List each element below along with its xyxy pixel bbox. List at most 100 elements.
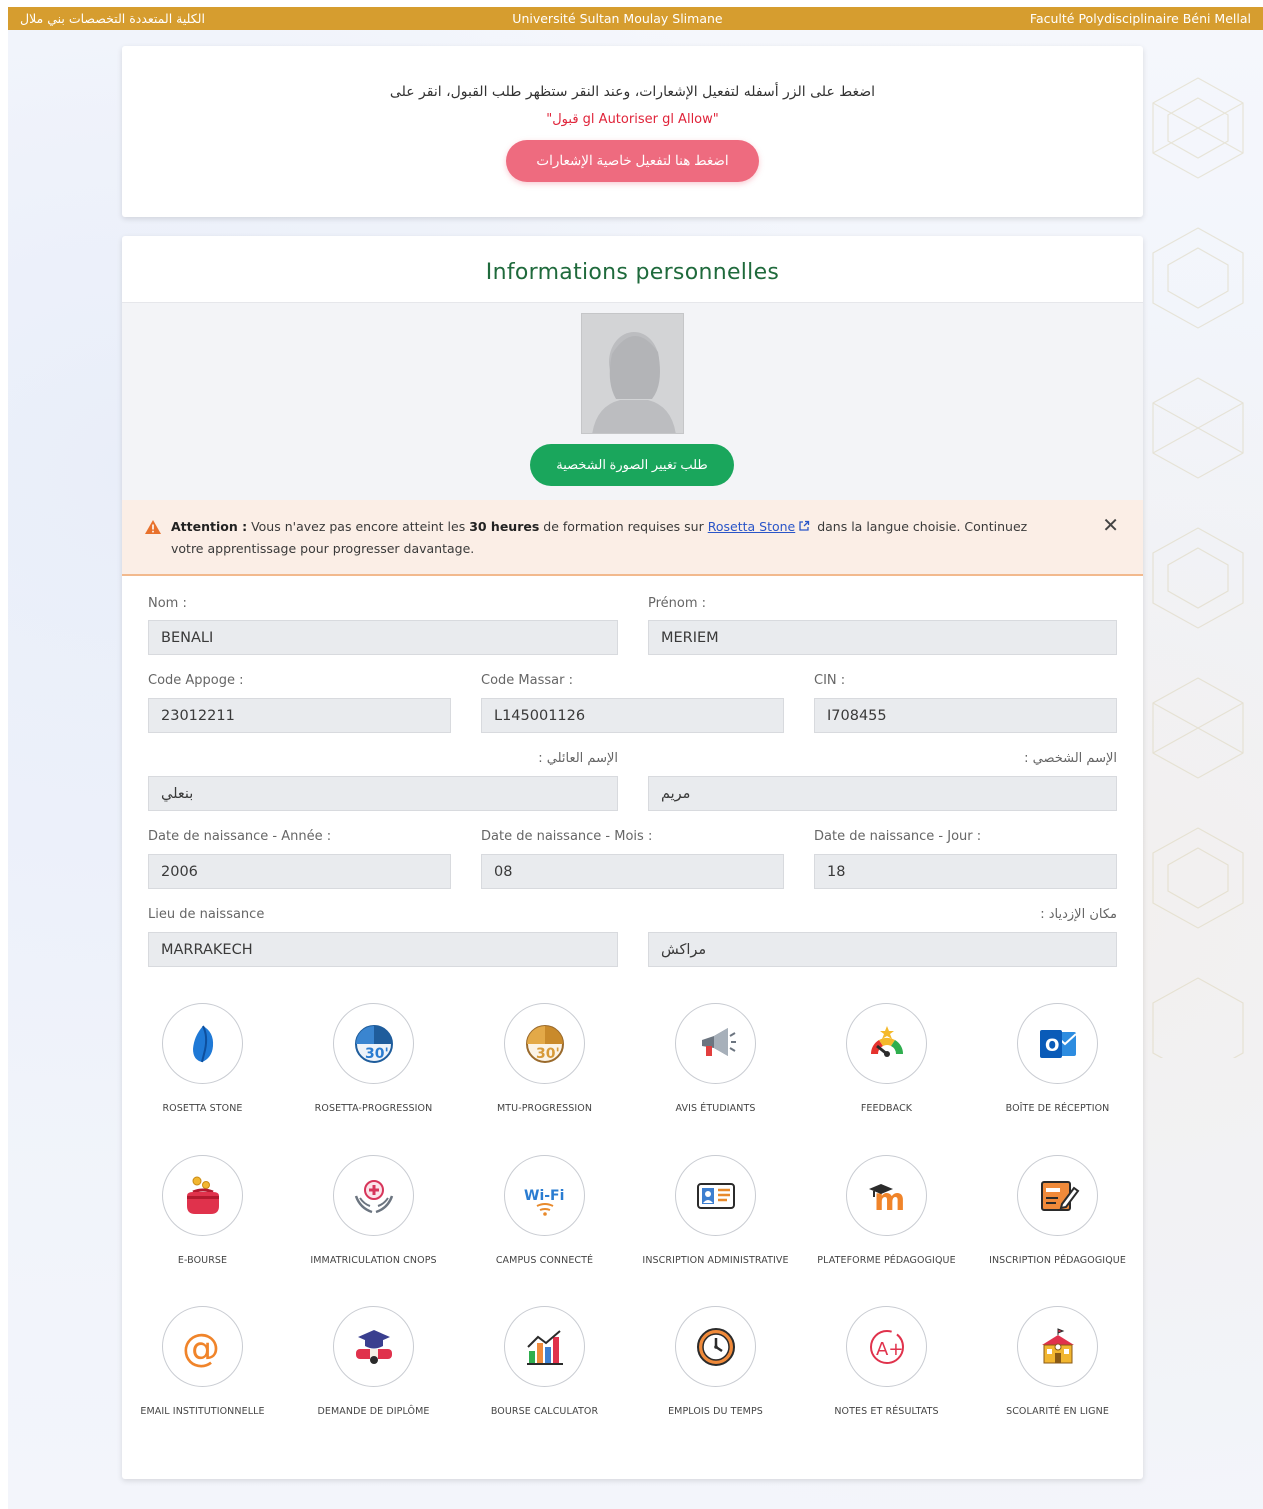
- birth-month-field[interactable]: 08: [481, 854, 784, 889]
- nom-label: Nom :: [148, 596, 187, 611]
- grade-icon: A+: [869, 1329, 904, 1364]
- badge-30: 30': [536, 1046, 560, 1062]
- nom-arabic-field[interactable]: بنعلي: [148, 776, 618, 811]
- app-plateforme-pedagogique[interactable]: m PLATEFORME PÉDAGOGIQUE: [801, 1155, 972, 1305]
- app-bourse-calculator[interactable]: BOURSE CALCULATOR: [459, 1306, 630, 1456]
- birth-day-label: Date de naissance - Jour :: [814, 829, 982, 844]
- cin-field[interactable]: I708455: [814, 698, 1117, 733]
- app-circle: @: [162, 1306, 243, 1387]
- profile-photo-section: طلب تغيير الصورة الشخصية: [122, 302, 1143, 500]
- app-label: PLATEFORME PÉDAGOGIQUE: [817, 1255, 956, 1266]
- app-circle: [504, 1306, 585, 1387]
- school-building-icon: [1041, 1327, 1074, 1363]
- moodle-icon: m: [868, 1183, 905, 1218]
- app-circle: [162, 1003, 243, 1084]
- mtu-progression-icon: 30': [525, 1024, 564, 1063]
- app-emplois-du-temps[interactable]: EMPLOIS DU TEMPS: [630, 1306, 801, 1456]
- grade-glyph: A+: [876, 1339, 903, 1360]
- app-label: FEEDBACK: [860, 1103, 913, 1114]
- app-label: IMMATRICULATION CNOPS: [310, 1255, 437, 1266]
- app-circle: [675, 1003, 756, 1084]
- university-header-bar: الكلية المتعددة التخصصات بني ملال Univer…: [8, 7, 1263, 30]
- rosetta-progression-icon: 30': [354, 1024, 393, 1063]
- faculty-name-french: Faculté Polydisciplinaire Béni Mellal: [1029, 11, 1251, 26]
- app-notes-resultats[interactable]: A+ NOTES ET RÉSULTATS: [801, 1306, 972, 1456]
- bar-chart-icon: [526, 1329, 563, 1365]
- prenom-arabic-label: الإسم الشخصي :: [1024, 751, 1117, 766]
- app-label: BOÎTE DE RÉCEPTION: [1005, 1103, 1110, 1114]
- app-circle: O: [1017, 1003, 1098, 1084]
- app-rosetta-progression[interactable]: 30' ROSETTA-PROGRESSION: [288, 1003, 459, 1153]
- app-mtu-progression[interactable]: 30' MTU-PROGRESSION: [459, 1003, 630, 1153]
- megaphone-icon: [701, 1027, 736, 1056]
- warning-icon: [145, 520, 161, 534]
- badge-30: 30': [365, 1046, 389, 1062]
- app-label: DEMANDE DE DIPLÔME: [317, 1406, 430, 1417]
- enable-notifications-button[interactable]: اضغط هنا لتفعيل خاصية الإشعارات: [506, 140, 759, 182]
- app-label: MTU-PROGRESSION: [496, 1103, 593, 1114]
- app-circle: [333, 1155, 414, 1236]
- birth-year-field[interactable]: 2006: [148, 854, 451, 889]
- app-campus-connecte[interactable]: Wi-Fi CAMPUS CONNECTÉ: [459, 1155, 630, 1305]
- notification-card: اضغط على الزر أسفله لتفعيل الإشعارات، وع…: [122, 46, 1143, 217]
- app-immatriculation-cnops[interactable]: IMMATRICULATION CNOPS: [288, 1155, 459, 1305]
- app-label: INSCRIPTION ADMINISTRATIVE: [642, 1255, 789, 1266]
- app-circle: m: [846, 1155, 927, 1236]
- app-label: AVIS ÉTUDIANTS: [675, 1103, 756, 1114]
- app-inscription-pedagogique[interactable]: INSCRIPTION PÉDAGOGIQUE: [972, 1155, 1143, 1305]
- close-alert-button[interactable]: ✕: [1102, 514, 1119, 536]
- app-scolarite-en-ligne[interactable]: SCOLARITÉ EN LIGNE: [972, 1306, 1143, 1456]
- prenom-field[interactable]: MERIEM: [648, 620, 1117, 655]
- app-circle: 30': [333, 1003, 414, 1084]
- app-circle: [1017, 1155, 1098, 1236]
- app-inscription-administrative[interactable]: INSCRIPTION ADMINISTRATIVE: [630, 1155, 801, 1305]
- alert-text-1: Vous n'avez pas encore atteint les: [247, 519, 470, 534]
- code-massar-label: Code Massar :: [481, 673, 573, 688]
- app-demande-diplome[interactable]: DEMANDE DE DIPLÔME: [288, 1306, 459, 1456]
- page-title: Informations personnelles: [485, 260, 780, 285]
- alert-text-2: de formation requises sur: [539, 519, 708, 534]
- personal-info-card: Informations personnelles طلب تغيير الصو…: [122, 236, 1143, 1479]
- birth-day-field[interactable]: 18: [814, 854, 1117, 889]
- at-glyph: @: [182, 1326, 220, 1369]
- app-label: ROSETTA STONE: [162, 1103, 243, 1114]
- app-label: E-BOURSE: [177, 1255, 228, 1266]
- app-email-institutionnelle[interactable]: @ EMAIL INSTITUTIONNELLE: [117, 1306, 288, 1456]
- badge-o: O: [1045, 1036, 1059, 1056]
- id-card-icon: [696, 1182, 735, 1209]
- alert-strong: Attention :: [171, 519, 248, 534]
- app-feedback[interactable]: FEEDBACK: [801, 1003, 972, 1153]
- rosetta-stone-link[interactable]: Rosetta Stone: [708, 519, 796, 534]
- birth-year-label: Date de naissance - Année :: [148, 829, 332, 844]
- code-appoge-field[interactable]: 23012211: [148, 698, 451, 733]
- birthplace-arabic-field[interactable]: مراكش: [648, 932, 1117, 967]
- birthplace-label: Lieu de naissance: [148, 907, 265, 922]
- app-circle: 30': [504, 1003, 585, 1084]
- app-rosetta-stone[interactable]: ROSETTA STONE: [117, 1003, 288, 1153]
- external-link-icon: [799, 520, 810, 531]
- request-photo-change-button[interactable]: طلب تغيير الصورة الشخصية: [530, 444, 734, 486]
- geometric-pattern: [1152, 77, 1244, 1058]
- birthplace-field[interactable]: MARRAKECH: [148, 932, 618, 967]
- app-boite-reception[interactable]: O BOÎTE DE RÉCEPTION: [972, 1003, 1143, 1153]
- app-label: ROSETTA-PROGRESSION: [314, 1103, 433, 1114]
- rosetta-alert: Attention : Vous n'avez pas encore attei…: [122, 500, 1143, 576]
- rosetta-stone-icon: [192, 1025, 213, 1062]
- birth-month-label: Date de naissance - Mois :: [481, 829, 653, 844]
- app-avis-etudiants[interactable]: AVIS ÉTUDIANTS: [630, 1003, 801, 1153]
- app-circle: [162, 1155, 243, 1236]
- app-label: CAMPUS CONNECTÉ: [495, 1255, 594, 1266]
- avatar: [581, 313, 684, 434]
- nom-field[interactable]: BENALI: [148, 620, 618, 655]
- app-circle: [333, 1306, 414, 1387]
- notification-instructions: اضغط على الزر أسفله لتفعيل الإشعارات، وع…: [389, 84, 876, 100]
- app-circle: [675, 1155, 756, 1236]
- app-circle: A+: [846, 1306, 927, 1387]
- app-e-bourse[interactable]: E-BOURSE: [117, 1155, 288, 1305]
- app-label: INSCRIPTION PÉDAGOGIQUE: [989, 1255, 1126, 1266]
- prenom-arabic-field[interactable]: مريم: [648, 776, 1117, 811]
- at-sign-icon: @: [182, 1326, 220, 1369]
- health-hands-icon: [354, 1179, 393, 1213]
- outlook-icon: O: [1039, 1029, 1077, 1058]
- code-massar-field[interactable]: L145001126: [481, 698, 784, 733]
